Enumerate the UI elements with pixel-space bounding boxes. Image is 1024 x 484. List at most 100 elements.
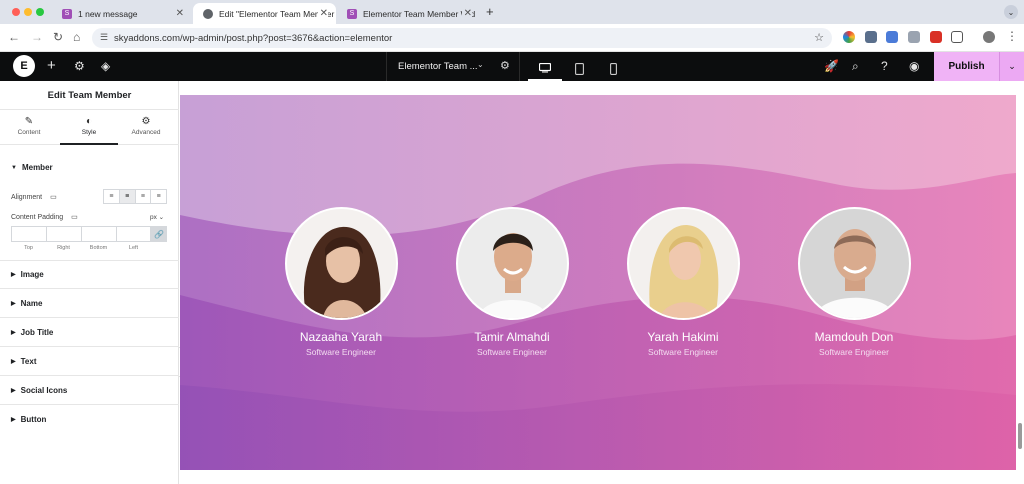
padding-right-input[interactable] xyxy=(46,226,81,242)
caret-right-icon: ▶ xyxy=(11,272,16,278)
padding-bottom-input[interactable] xyxy=(81,226,116,242)
widget-settings-panel: Edit Team Member ✎ Content ◐ Style ⚙ Adv… xyxy=(0,81,179,484)
page-settings-icon[interactable]: ⚙ xyxy=(500,59,510,72)
responsive-desktop-icon[interactable]: ▭ xyxy=(50,194,57,201)
tab-style[interactable]: ◐ Style xyxy=(60,110,118,145)
member-photo xyxy=(797,207,911,320)
back-button[interactable]: ← xyxy=(8,30,20,44)
caret-right-icon: ▶ xyxy=(11,358,16,365)
address-bar[interactable]: ☰ skyaddons.com/wp-admin/post.php?post=3… xyxy=(92,28,832,48)
close-window-button[interactable] xyxy=(12,8,20,16)
canvas-scrollbar[interactable] xyxy=(1018,423,1022,449)
section-label: Image xyxy=(20,270,44,279)
align-left-button[interactable]: ≡ xyxy=(104,190,120,203)
section-label: Member xyxy=(21,163,53,172)
profile-avatar-icon[interactable] xyxy=(983,31,995,43)
publish-options-chevron-icon[interactable]: ⌄ xyxy=(999,52,1024,81)
padding-right-label: Right xyxy=(57,245,70,251)
section-member-toggle[interactable]: ▼ Member xyxy=(0,153,179,182)
tab-title: Elementor Team Member Wid xyxy=(363,8,476,19)
woman-portrait-icon xyxy=(286,209,396,318)
section-label: Social Icons xyxy=(20,385,68,395)
document-title-dropdown[interactable]: Elementor Team ... ⌄ ⚙ xyxy=(386,52,520,81)
tab-search-button[interactable]: ⌄ xyxy=(1004,5,1018,19)
team-member-card[interactable]: Yarah Hakimi Software Engineer xyxy=(603,207,763,357)
section-job-title-toggle[interactable]: ▶ Job Title xyxy=(0,318,179,347)
site-settings-icon[interactable]: ⚙ xyxy=(74,59,85,73)
section-image-toggle[interactable]: ▶ Image xyxy=(0,260,179,289)
team-member-card[interactable]: Tamir Almahdi Software Engineer xyxy=(432,207,592,357)
elementor-logo-icon[interactable]: E xyxy=(13,55,35,77)
member-name: Mamdouh Don xyxy=(814,330,894,344)
caret-right-icon: ▶ xyxy=(11,387,16,394)
unit-selector[interactable]: px ⌄ xyxy=(150,213,164,221)
chevron-down-icon: ⌄ xyxy=(477,60,484,69)
tab-title: 1 new message xyxy=(78,8,138,19)
section-social-icons-toggle[interactable]: ▶ Social Icons xyxy=(0,376,179,405)
member-role: Software Engineer xyxy=(477,347,547,357)
tab-content[interactable]: ✎ Content xyxy=(0,110,58,145)
minimize-window-button[interactable] xyxy=(24,8,32,16)
tab-label: Content xyxy=(17,129,41,136)
close-tab-icon[interactable]: ✕ xyxy=(176,8,184,19)
link-values-icon[interactable]: 🔗 xyxy=(151,226,167,242)
align-center-button[interactable]: ≡ xyxy=(119,190,136,203)
reload-button[interactable]: ↻ xyxy=(53,30,63,44)
section-button-toggle[interactable]: ▶ Button xyxy=(0,405,179,434)
browser-tab-messages[interactable]: S 1 new message ✕ xyxy=(52,3,192,24)
responsive-desktop-icon[interactable]: ▭ xyxy=(71,214,78,221)
panel-title: Edit Team Member xyxy=(47,90,132,101)
browser-tab-editor[interactable]: Edit "Elementor Team Member ✕ xyxy=(193,3,336,24)
tab-advanced[interactable]: ⚙ Advanced xyxy=(117,110,175,145)
alignment-control: ≡ ≡ ≡ ≡ xyxy=(103,189,167,204)
align-right-button[interactable]: ≡ xyxy=(136,190,152,203)
translate-extension-icon[interactable] xyxy=(886,31,898,43)
padding-top-input[interactable] xyxy=(11,226,46,242)
member-name: Tamir Almahdi xyxy=(474,330,550,344)
member-photo xyxy=(626,207,740,320)
section-label: Name xyxy=(20,298,43,308)
maximize-window-button[interactable] xyxy=(36,8,44,16)
add-element-icon[interactable]: + xyxy=(47,57,56,74)
site-info-icon[interactable]: ☰ xyxy=(100,32,108,43)
section-name-toggle[interactable]: ▶ Name xyxy=(0,289,179,318)
member-role: Software Engineer xyxy=(819,347,889,357)
padding-left-input[interactable] xyxy=(116,226,151,242)
color-picker-extension-icon[interactable] xyxy=(843,31,855,43)
notifications-rocket-icon[interactable]: 🚀 xyxy=(824,59,839,73)
section-text-toggle[interactable]: ▶ Text xyxy=(0,347,179,376)
member-name: Nazaaha Yarah xyxy=(299,330,383,344)
panel-tabs: ✎ Content ◐ Style ⚙ Advanced xyxy=(0,109,179,145)
browser-menu-icon[interactable]: ⋮ xyxy=(1006,29,1018,43)
alignment-label: Alignment ▭ xyxy=(11,194,57,201)
search-icon[interactable]: ⌕ xyxy=(852,59,859,74)
team-member-card[interactable]: Nazaaha Yarah Software Engineer xyxy=(261,207,421,357)
help-icon[interactable]: ? xyxy=(881,59,888,73)
puzzle-extensions-icon[interactable] xyxy=(951,31,963,43)
shield-extension-icon[interactable] xyxy=(865,31,877,43)
team-member-card[interactable]: Mamdouh Don Software Engineer xyxy=(774,207,934,357)
publish-button[interactable]: Publish xyxy=(934,52,999,81)
desktop-view-button[interactable] xyxy=(528,56,562,81)
home-button[interactable]: ⌂ xyxy=(73,30,80,44)
image-extension-icon[interactable] xyxy=(908,31,920,43)
close-tab-icon[interactable]: ✕ xyxy=(461,8,472,19)
structure-layers-icon[interactable]: ◈ xyxy=(101,59,110,73)
section-label: Button xyxy=(20,415,47,424)
preview-eye-icon[interactable]: ◉ xyxy=(909,59,919,73)
sky-addons-favicon-icon: S xyxy=(347,8,357,19)
pdf-extension-icon[interactable] xyxy=(930,31,942,43)
new-tab-button[interactable]: + xyxy=(486,4,494,19)
section-label: Text xyxy=(20,356,37,366)
team-member-section[interactable]: Nazaaha Yarah Software Engineer Tamir Al… xyxy=(180,95,1016,470)
mobile-view-button[interactable] xyxy=(596,56,630,81)
sky-addons-favicon-icon: S xyxy=(62,8,72,19)
bookmark-star-icon[interactable]: ☆ xyxy=(814,31,824,44)
desktop-icon xyxy=(539,62,551,72)
member-photo xyxy=(455,207,569,320)
close-tab-icon[interactable]: ✕ xyxy=(317,8,328,19)
browser-tab-widget[interactable]: S Elementor Team Member Wid ✕ xyxy=(337,3,480,24)
tablet-view-button[interactable] xyxy=(562,56,596,81)
align-justify-button[interactable]: ≡ xyxy=(151,190,166,203)
forward-button[interactable]: → xyxy=(31,30,43,44)
